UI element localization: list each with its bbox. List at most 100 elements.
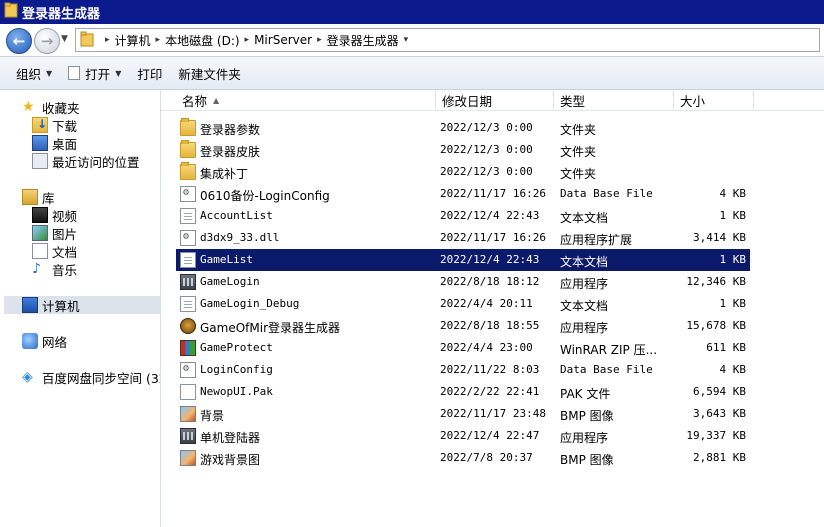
column-name[interactable]: 名称 ▲ bbox=[176, 90, 436, 110]
nav-videos[interactable]: 视频 bbox=[32, 206, 77, 224]
file-row[interactable]: 单机登陆器 2022/12/4 22:47 应用程序 19,337 KB bbox=[176, 425, 750, 447]
file-type: PAK 文件 bbox=[560, 387, 611, 401]
file-name: 背景 bbox=[200, 409, 225, 423]
chevron-right-icon[interactable]: ▸ bbox=[156, 35, 161, 45]
desktop-icon bbox=[32, 135, 48, 151]
chevron-right-icon[interactable]: ▸ bbox=[105, 35, 110, 45]
address-bar[interactable]: ▸ 计算机 ▸ 本地磁盘 (D:) ▸ MirServer ▸ 登录器生成器 ▾ bbox=[75, 28, 820, 52]
folder-icon bbox=[4, 2, 18, 22]
file-name: GameProtect bbox=[200, 341, 273, 354]
file-date-modified: 2022/7/8 20:37 bbox=[440, 451, 533, 464]
text-file-icon bbox=[180, 252, 196, 268]
file-row[interactable]: 登录器参数 2022/12/3 0:00 文件夹 bbox=[176, 117, 750, 139]
file-size: 1 KB bbox=[719, 297, 747, 310]
nav-network-label: 网络 bbox=[42, 334, 68, 350]
history-dropdown-icon[interactable]: ▼ bbox=[61, 34, 68, 44]
file-name: AccountList bbox=[200, 209, 273, 222]
nav-recent-places[interactable]: 最近访问的位置 bbox=[32, 152, 140, 170]
nav-music[interactable]: ♪ 音乐 bbox=[32, 260, 77, 278]
file-row[interactable]: GameProtect 2022/4/4 23:00 WinRAR ZIP 压...… bbox=[176, 337, 750, 359]
file-size: 611 KB bbox=[706, 341, 746, 354]
file-name: 登录器参数 bbox=[200, 123, 261, 137]
file-row[interactable]: d3dx9_33.dll 2022/11/17 16:26 应用程序扩展 3,414 … bbox=[176, 227, 750, 249]
nav-documents[interactable]: 文档 bbox=[32, 242, 77, 260]
file-row[interactable]: GameOfMir登录器生成器 2022/8/18 18:55 应用程序 15,678… bbox=[176, 315, 750, 337]
nav-music-label: 音乐 bbox=[52, 262, 78, 278]
file-name: 0610备份-LoginConfig bbox=[200, 189, 330, 203]
file-row[interactable]: AccountList 2022/12/4 22:43 文本文档 1 KB bbox=[176, 205, 750, 227]
print-label: 打印 bbox=[137, 66, 163, 82]
breadcrumb-computer[interactable]: 计算机 bbox=[115, 32, 151, 49]
nav-network[interactable]: 网络 bbox=[22, 332, 67, 350]
file-date-modified: 2022/8/18 18:55 bbox=[440, 319, 540, 332]
file-row[interactable]: LoginConfig 2022/11/22 8:03 Data Base File… bbox=[176, 359, 750, 381]
breadcrumb-local-disk[interactable]: 本地磁盘 (D:) bbox=[165, 32, 239, 49]
nav-favorites[interactable]: ★ 收藏夹 bbox=[22, 98, 80, 116]
file-row[interactable]: GameLogin 2022/8/18 18:12 应用程序 12,346 KB bbox=[176, 271, 750, 293]
organize-button[interactable]: 组织 ▼ bbox=[8, 61, 60, 85]
nav-desktop[interactable]: 桌面 bbox=[32, 134, 77, 152]
breadcrumb-mirserver[interactable]: MirServer bbox=[254, 33, 312, 47]
nav-baidu-label: 百度网盘同步空间 (32 bbox=[42, 370, 161, 386]
navigation-pane[interactable]: ★ 收藏夹 下载 桌面 最近访问的位置 库 视频 图片 文档 ♪ 音乐 计算机 … bbox=[0, 90, 161, 527]
nav-computer[interactable]: 计算机 bbox=[4, 296, 160, 314]
file-size: 4 KB bbox=[719, 363, 747, 376]
pak-file-icon bbox=[180, 384, 196, 400]
nav-pictures[interactable]: 图片 bbox=[32, 224, 77, 242]
print-button[interactable]: 打印 bbox=[129, 61, 170, 85]
file-size: 4 KB bbox=[719, 187, 747, 200]
new-folder-label: 新建文件夹 bbox=[178, 66, 241, 82]
file-row[interactable]: 登录器皮肤 2022/12/3 0:00 文件夹 bbox=[176, 139, 750, 161]
chevron-right-icon[interactable]: ▸ bbox=[317, 35, 322, 45]
back-button[interactable]: ← bbox=[6, 28, 32, 54]
file-size: 1 KB bbox=[719, 253, 747, 266]
file-list[interactable]: 登录器参数 2022/12/3 0:00 文件夹 登录器皮肤 2022/12/3 0:0… bbox=[161, 110, 824, 527]
column-date-modified[interactable]: 修改日期 bbox=[436, 90, 554, 110]
file-name: 集成补丁 bbox=[200, 167, 249, 181]
file-row[interactable]: 背景 2022/11/17 23:48 BMP 图像 3,643 KB bbox=[176, 403, 750, 425]
game-exe-icon bbox=[180, 318, 196, 334]
file-row[interactable]: 游戏背景图 2022/7/8 20:37 BMP 图像 2,881 KB bbox=[176, 447, 750, 469]
command-toolbar: 组织 ▼ 打开 ▼ 打印 新建文件夹 bbox=[0, 57, 824, 90]
forward-button[interactable]: → bbox=[34, 28, 60, 54]
chevron-down-icon[interactable]: ▾ bbox=[404, 35, 409, 45]
cloud-sync-icon: ◈ bbox=[22, 369, 33, 385]
document-icon bbox=[68, 66, 81, 80]
file-date-modified: 2022/12/4 22:43 bbox=[440, 209, 540, 222]
file-row[interactable]: GameLogin_Debug 2022/4/4 20:11 文本文档 1 KB bbox=[176, 293, 750, 315]
file-name: d3dx9_33.dll bbox=[200, 231, 280, 244]
folder-icon bbox=[180, 162, 196, 180]
nav-libraries[interactable]: 库 bbox=[22, 188, 55, 206]
address-row: ← → ▼ ▸ 计算机 ▸ 本地磁盘 (D:) ▸ MirServer ▸ 登录… bbox=[0, 24, 824, 57]
file-row[interactable]: 0610备份-LoginConfig 2022/11/17 16:26 Data B… bbox=[176, 183, 750, 205]
forward-arrow-icon: → bbox=[40, 32, 54, 50]
file-name: GameOfMir登录器生成器 bbox=[200, 321, 341, 335]
file-row[interactable]: NewopUI.Pak 2022/2/22 22:41 PAK 文件 6,594 KB bbox=[176, 381, 750, 403]
breadcrumb-current-folder[interactable]: 登录器生成器 bbox=[327, 32, 399, 49]
breadcrumb: ▸ 计算机 ▸ 本地磁盘 (D:) ▸ MirServer ▸ 登录器生成器 ▾ bbox=[100, 32, 413, 49]
file-date-modified: 2022/11/17 16:26 bbox=[440, 187, 546, 200]
column-size[interactable]: 大小 bbox=[674, 90, 754, 110]
file-row[interactable]: 集成补丁 2022/12/3 0:00 文件夹 bbox=[176, 161, 750, 183]
winrar-zip-icon bbox=[180, 340, 196, 356]
nav-baidu-netdisk[interactable]: ◈ 百度网盘同步空间 (32 bbox=[22, 368, 161, 386]
column-date-label: 修改日期 bbox=[442, 93, 493, 109]
file-type: WinRAR ZIP 压... bbox=[560, 343, 658, 357]
nav-favorites-label: 收藏夹 bbox=[42, 100, 80, 116]
nav-downloads[interactable]: 下载 bbox=[32, 116, 77, 134]
file-date-modified: 2022/12/3 0:00 bbox=[440, 165, 533, 178]
column-type-label: 类型 bbox=[560, 93, 586, 109]
column-type[interactable]: 类型 bbox=[554, 90, 674, 110]
new-folder-button[interactable]: 新建文件夹 bbox=[170, 61, 249, 85]
file-type: 文本文档 bbox=[560, 211, 609, 225]
file-name: 单机登陆器 bbox=[200, 431, 261, 445]
bmp-image-icon bbox=[180, 450, 196, 466]
folder-icon bbox=[180, 140, 196, 158]
file-date-modified: 2022/2/22 22:41 bbox=[440, 385, 540, 398]
file-date-modified: 2022/12/3 0:00 bbox=[440, 143, 533, 156]
open-button[interactable]: 打开 ▼ bbox=[60, 61, 129, 85]
file-row[interactable]: GameList 2022/12/4 22:43 文本文档 1 KB bbox=[176, 249, 750, 271]
file-date-modified: 2022/11/17 23:48 bbox=[440, 407, 546, 420]
chevron-right-icon[interactable]: ▸ bbox=[245, 35, 250, 45]
nav-pictures-label: 图片 bbox=[52, 226, 78, 242]
